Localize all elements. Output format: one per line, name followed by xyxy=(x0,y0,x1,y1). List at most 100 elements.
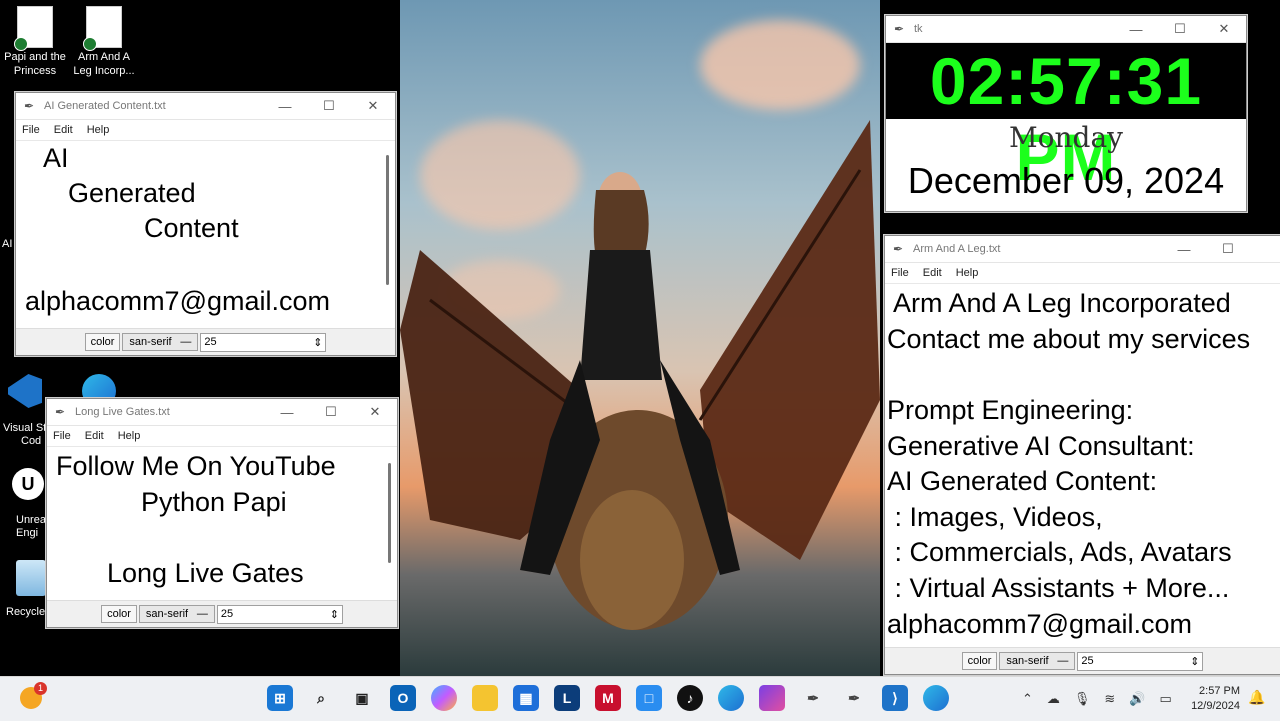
tiktok-icon[interactable]: ♪ xyxy=(677,685,703,711)
chevron-up-icon[interactable]: ⌃ xyxy=(1022,691,1033,707)
menu-help[interactable]: Help xyxy=(87,124,110,136)
menu-edit[interactable]: Edit xyxy=(54,124,73,136)
text-line: alphacomm7@gmail.com xyxy=(25,286,331,316)
font-select[interactable]: san-serif — xyxy=(138,605,215,623)
desktop-icon-label: Engi xyxy=(16,527,39,539)
feather-icon: ✒ xyxy=(894,22,905,36)
search-icon[interactable]: ⌕ xyxy=(308,685,334,711)
feather-icon: ✒ xyxy=(24,99,35,113)
close-icon[interactable]: ✕ xyxy=(351,98,395,114)
size-spinbox[interactable]: 25 ⇕ xyxy=(1077,651,1204,671)
recycle-bin-icon[interactable] xyxy=(16,560,46,596)
clipchamp-icon[interactable] xyxy=(759,685,785,711)
text-line: Contact me about my services xyxy=(887,324,1251,354)
menu-file[interactable]: File xyxy=(22,124,40,136)
scrollbar[interactable] xyxy=(386,155,389,285)
network-globe-icon[interactable]: ☁ xyxy=(1047,691,1060,707)
window-title: Arm And A Leg.txt xyxy=(913,243,1001,255)
text-editor[interactable]: Follow Me On YouTube Python Papi Long Li… xyxy=(47,446,397,601)
desktop-icon-label: Papi and the xyxy=(4,51,66,63)
menu-edit[interactable]: Edit xyxy=(85,430,104,442)
close-icon[interactable]: ✕ xyxy=(1202,21,1246,37)
outlook-icon[interactable]: O xyxy=(390,685,416,711)
titlebar[interactable]: ✒ Long Live Gates.txt — ☐ ✕ xyxy=(47,399,397,426)
edge-icon[interactable] xyxy=(923,685,949,711)
minimize-icon[interactable]: — xyxy=(263,99,307,114)
color-button[interactable]: color xyxy=(961,652,998,670)
maximize-icon[interactable]: ☐ xyxy=(307,98,351,114)
minimize-icon[interactable]: — xyxy=(1114,22,1158,37)
text-editor[interactable]: Arm And A Leg Incorporated Contact me ab… xyxy=(885,283,1280,648)
notification-bell-icon[interactable]: 🔔 xyxy=(1248,689,1265,706)
file-explorer-icon[interactable] xyxy=(472,685,498,711)
desktop-icon-papi-princess[interactable]: Papi and the Princess xyxy=(3,6,67,78)
notification-badge: 1 xyxy=(34,682,47,695)
font-select[interactable]: san-serif — xyxy=(999,652,1076,670)
widgets-icon[interactable]: 1 xyxy=(20,682,47,709)
maximize-icon[interactable]: ☐ xyxy=(309,404,353,420)
text-line: Generative AI Consultant: xyxy=(887,431,1195,461)
color-button[interactable]: color xyxy=(101,605,137,623)
menu-help[interactable]: Help xyxy=(118,430,141,442)
text-line: Prompt Engineering: xyxy=(887,395,1134,425)
vscode-icon[interactable]: ⟩ xyxy=(882,685,908,711)
size-spinbox[interactable]: 25 ⇕ xyxy=(216,604,343,624)
clock-window[interactable]: ✒ tk — ☐ ✕ 02:57:31 PM Monday December 0… xyxy=(885,15,1247,212)
color-button[interactable]: color xyxy=(84,333,121,351)
titlebar[interactable]: ✒ AI Generated Content.txt — ☐ ✕ xyxy=(16,93,395,120)
battery-icon[interactable]: ▭ xyxy=(1160,691,1172,707)
minimize-icon[interactable]: — xyxy=(265,405,309,420)
titlebar[interactable]: ✒ Arm And A Leg.txt — ☐ xyxy=(885,236,1280,263)
scrollbar[interactable] xyxy=(388,463,391,563)
font-select-value: san-serif xyxy=(129,336,172,348)
menu-file[interactable]: File xyxy=(891,267,909,279)
mcafee-icon[interactable]: M xyxy=(595,685,621,711)
app-square-icon[interactable]: □ xyxy=(636,685,662,711)
copilot-icon[interactable] xyxy=(431,685,457,711)
document-icon xyxy=(83,6,122,51)
system-tray: ⌃ ☁ 🎙 ≋ 🔊 ▭ xyxy=(1022,677,1172,721)
desktop-icon-arm-and-a-leg[interactable]: Arm And A Leg Incorp... xyxy=(72,6,136,78)
dropdown-icon: — xyxy=(1057,655,1069,667)
long-live-gates-window[interactable]: ✒ Long Live Gates.txt — ☐ ✕ File Edit He… xyxy=(46,398,398,628)
arm-and-a-leg-window[interactable]: ✒ Arm And A Leg.txt — ☐ File Edit Help A… xyxy=(884,235,1280,675)
store-icon[interactable]: ▦ xyxy=(513,685,539,711)
desktop-icon-label: Recycle xyxy=(6,606,46,618)
ai-content-window[interactable]: ✒ AI Generated Content.txt — ☐ ✕ File Ed… xyxy=(15,92,396,356)
dropdown-icon: — xyxy=(180,336,192,348)
windows-start-icon[interactable]: ⊞ xyxy=(267,685,293,711)
feather-icon[interactable]: ✒ xyxy=(800,685,826,711)
maximize-icon[interactable]: ☐ xyxy=(1158,21,1202,37)
edge-icon[interactable] xyxy=(718,685,744,711)
desktop-icon-label: Visual St xyxy=(3,422,47,434)
spinner-arrows-icon[interactable]: ⇕ xyxy=(1190,655,1199,668)
desktop-icon-label: Cod xyxy=(21,435,42,447)
text-line: alphacomm7@gmail.com xyxy=(887,609,1193,639)
maximize-icon[interactable]: ☐ xyxy=(1206,241,1250,257)
microphone-icon[interactable]: 🎙 xyxy=(1074,691,1091,707)
menu-help[interactable]: Help xyxy=(956,267,979,279)
text-line: Long Live Gates xyxy=(107,558,304,588)
text-editor[interactable]: AI Generated Content alphacomm7@gmail.co… xyxy=(16,140,395,329)
close-icon[interactable]: ✕ xyxy=(353,404,397,420)
size-spinbox[interactable]: 25 ⇕ xyxy=(200,332,327,352)
feather-icon[interactable]: ✒ xyxy=(841,685,867,711)
taskbar-clock[interactable]: 2:57 PM 12/9/2024 xyxy=(1185,684,1240,714)
menu-bar: File Edit Help xyxy=(47,426,397,446)
titlebar[interactable]: ✒ tk — ☐ ✕ xyxy=(886,16,1246,43)
vscode-icon[interactable] xyxy=(8,374,42,408)
text-line: AI xyxy=(43,143,69,173)
task-view-icon[interactable]: ▣ xyxy=(349,685,375,711)
menu-file[interactable]: File xyxy=(53,430,71,442)
wifi-icon[interactable]: ≋ xyxy=(1104,691,1115,707)
font-select[interactable]: san-serif — xyxy=(122,333,199,351)
spinner-arrows-icon[interactable]: ⇕ xyxy=(330,608,339,621)
menu-edit[interactable]: Edit xyxy=(923,267,942,279)
spinner-arrows-icon[interactable]: ⇕ xyxy=(313,336,322,349)
volume-icon[interactable]: 🔊 xyxy=(1129,691,1145,707)
menu-bar: File Edit Help xyxy=(885,263,1280,283)
taskbar-time: 2:57 PM xyxy=(1199,685,1240,697)
l-app-icon[interactable]: L xyxy=(554,685,580,711)
unreal-engine-icon[interactable]: U xyxy=(12,468,44,500)
minimize-icon[interactable]: — xyxy=(1162,242,1206,257)
